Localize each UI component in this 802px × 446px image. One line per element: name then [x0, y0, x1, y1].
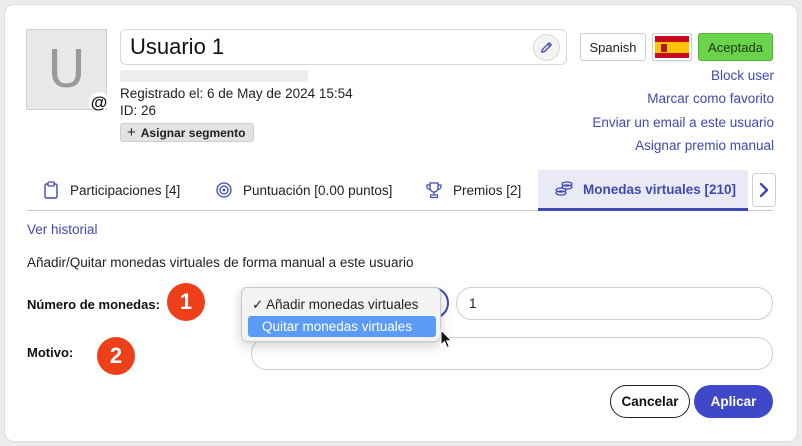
status-button[interactable]: Aceptada [698, 33, 773, 61]
apply-button[interactable]: Aplicar [694, 385, 773, 418]
plus-icon: + [127, 124, 136, 141]
checkmark-icon: ✓ [252, 296, 264, 312]
tab-participaciones[interactable]: Participaciones [4] [41, 170, 180, 210]
description-text: Añadir/Quitar monedas virtuales de forma… [27, 255, 414, 270]
clipboard-icon [41, 180, 61, 200]
tab-monedas-label: Monedas virtuales [210] [583, 181, 737, 197]
tab-premios-label: Premios [2] [453, 182, 522, 198]
view-history-link[interactable]: Ver historial [27, 222, 98, 237]
coins-amount-input[interactable]: 1 [456, 287, 773, 320]
tab-participaciones-label: Participaciones [4] [70, 182, 181, 198]
tab-puntuacion[interactable]: Puntuación [0.00 puntos] [214, 170, 392, 210]
mouse-cursor-icon [440, 329, 453, 349]
pencil-icon[interactable] [533, 34, 560, 61]
target-icon [214, 180, 234, 200]
at-icon: @ [89, 92, 109, 112]
dropdown-option-add-label: Añadir monedas virtuales [266, 297, 419, 312]
coins-icon [554, 179, 574, 199]
assign-prize-link[interactable]: Asignar premio manual [635, 138, 774, 153]
dropdown-option-add[interactable]: ✓ Añadir monedas virtuales [248, 294, 436, 315]
tab-monedas-virtuales[interactable]: Monedas virtuales [210] [538, 170, 748, 211]
user-id: ID: 26 [120, 103, 157, 118]
coins-label: Número de monedas: [27, 297, 160, 312]
favorite-link[interactable]: Marcar como favorito [647, 91, 774, 106]
email-redacted [120, 70, 308, 82]
registered-date: Registrado el: 6 de May de 2024 15:54 [120, 86, 353, 101]
chevron-right-icon [759, 183, 769, 197]
avatar-letter: U [47, 39, 86, 100]
tab-premios[interactable]: Premios [2] [424, 170, 521, 210]
step-marker-2: 2 [97, 337, 135, 375]
send-email-link[interactable]: Enviar un email a este usuario [592, 115, 774, 130]
coins-action-dropdown: ✓ Añadir monedas virtuales Quitar moneda… [241, 287, 441, 342]
trophy-icon [424, 180, 444, 200]
tabs-next-button[interactable] [752, 173, 776, 207]
username-text: Usuario 1 [130, 34, 225, 59]
tab-bar: Participaciones [4] Puntuación [0.00 pun… [27, 170, 773, 211]
step-marker-1: 1 [167, 283, 205, 321]
cancel-button[interactable]: Cancelar [610, 385, 690, 418]
coins-amount-value: 1 [469, 296, 477, 311]
language-button[interactable]: Spanish [580, 33, 646, 61]
dropdown-option-remove-label: Quitar monedas virtuales [262, 319, 413, 334]
spain-flag-icon[interactable] [652, 33, 692, 61]
dropdown-option-remove[interactable]: Quitar monedas virtuales [248, 316, 436, 337]
tab-puntuacion-label: Puntuación [0.00 puntos] [243, 182, 393, 198]
block-user-link[interactable]: Block user [711, 68, 774, 83]
username-field[interactable]: Usuario 1 [120, 29, 567, 65]
reason-label: Motivo: [27, 345, 74, 360]
assign-segment-button[interactable]: + Asignar segmento [120, 123, 255, 142]
assign-segment-label: Asignar segmento [140, 125, 246, 140]
